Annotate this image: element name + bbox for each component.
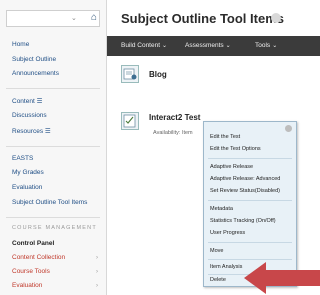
- menu-item-item-analysis[interactable]: Item Analysis: [210, 264, 242, 270]
- close-menu-icon[interactable]: [285, 125, 292, 132]
- menu-item-set-review-status[interactable]: Set Review Status(Disabled): [210, 188, 280, 194]
- control-panel-course-tools[interactable]: Course Tools ›: [6, 266, 102, 278]
- home-icon[interactable]: ⌂: [91, 12, 97, 23]
- menu-item-edit-test-options[interactable]: Edit the Test Options: [210, 146, 261, 152]
- pointer-arrow-icon: [244, 262, 320, 294]
- sidebar-item-content[interactable]: Content ☰: [12, 97, 42, 105]
- sidebar-item-announcements[interactable]: Announcements: [12, 70, 59, 77]
- menu-divider: [208, 259, 292, 260]
- sidebar-item-evaluation[interactable]: Evaluation: [12, 184, 42, 191]
- chevron-right-icon: ›: [96, 269, 98, 275]
- test-icon: [121, 112, 139, 130]
- interact2-test-link[interactable]: Interact2 Test: [149, 113, 200, 122]
- tools-menu[interactable]: Tools ⌄: [255, 42, 277, 49]
- page-options-icon[interactable]: [271, 13, 281, 23]
- main-content: Subject Outline Tool Items Build Content…: [107, 0, 320, 295]
- menu-item-user-progress[interactable]: User Progress: [210, 230, 245, 236]
- menu-divider: [208, 158, 292, 159]
- menu-item-statistics-tracking[interactable]: Statistics Tracking (On/Off): [210, 218, 276, 224]
- course-management-heading: COURSE MANAGEMENT: [12, 225, 97, 231]
- menu-item-delete[interactable]: Delete: [210, 277, 226, 283]
- menu-divider: [208, 242, 292, 243]
- build-content-menu[interactable]: Build Content ⌄: [121, 42, 167, 49]
- menu-item-move[interactable]: Move: [210, 248, 223, 254]
- menu-item-adaptive-release-advanced[interactable]: Adaptive Release: Advanced: [210, 176, 280, 182]
- chevron-right-icon: ›: [96, 283, 98, 289]
- sidebar-item-home[interactable]: Home: [12, 41, 29, 48]
- menu-item-edit-test[interactable]: Edit the Test: [210, 134, 240, 140]
- action-bar: Build Content ⌄ Assessments ⌄ Tools ⌄: [107, 36, 320, 56]
- chevron-right-icon: ›: [96, 255, 98, 261]
- chevron-down-icon: ⌄: [162, 43, 168, 49]
- blog-link[interactable]: Blog: [149, 70, 167, 79]
- assessments-menu[interactable]: Assessments ⌄: [185, 42, 231, 49]
- blog-icon: [121, 65, 139, 83]
- menu-item-metadata[interactable]: Metadata: [210, 206, 233, 212]
- chevron-down-icon: ⌄: [225, 43, 231, 49]
- course-menu-header[interactable]: ⌄ ⌂: [6, 10, 100, 27]
- availability-text: Availability: Item: [153, 130, 193, 136]
- control-panel-evaluation[interactable]: Evaluation ›: [6, 280, 102, 292]
- course-menu-sidebar: ⌄ ⌂ Home Subject Outline Announcements C…: [0, 0, 107, 295]
- menu-divider: [208, 200, 292, 201]
- sidebar-divider: [6, 146, 100, 147]
- sidebar-item-resources[interactable]: Resources ☰: [12, 127, 51, 135]
- sidebar-item-discussions[interactable]: Discussions: [12, 112, 47, 119]
- control-panel-label: Control Panel: [12, 240, 55, 247]
- sidebar-divider: [6, 88, 100, 89]
- menu-item-adaptive-release[interactable]: Adaptive Release: [210, 164, 253, 170]
- sidebar-item-subject-outline-tool-items[interactable]: Subject Outline Tool Items: [12, 199, 87, 206]
- chevron-down-icon: ⌄: [272, 43, 278, 49]
- sidebar-item-subject-outline[interactable]: Subject Outline: [12, 56, 56, 63]
- sidebar-item-easts[interactable]: EASTS: [12, 155, 33, 162]
- page-title: Subject Outline Tool Items: [121, 11, 284, 26]
- sidebar-item-my-grades[interactable]: My Grades: [12, 169, 44, 176]
- chevron-down-icon[interactable]: ⌄: [71, 14, 77, 22]
- sidebar-divider: [6, 217, 100, 218]
- control-panel-content-collection[interactable]: Content Collection ›: [6, 252, 102, 264]
